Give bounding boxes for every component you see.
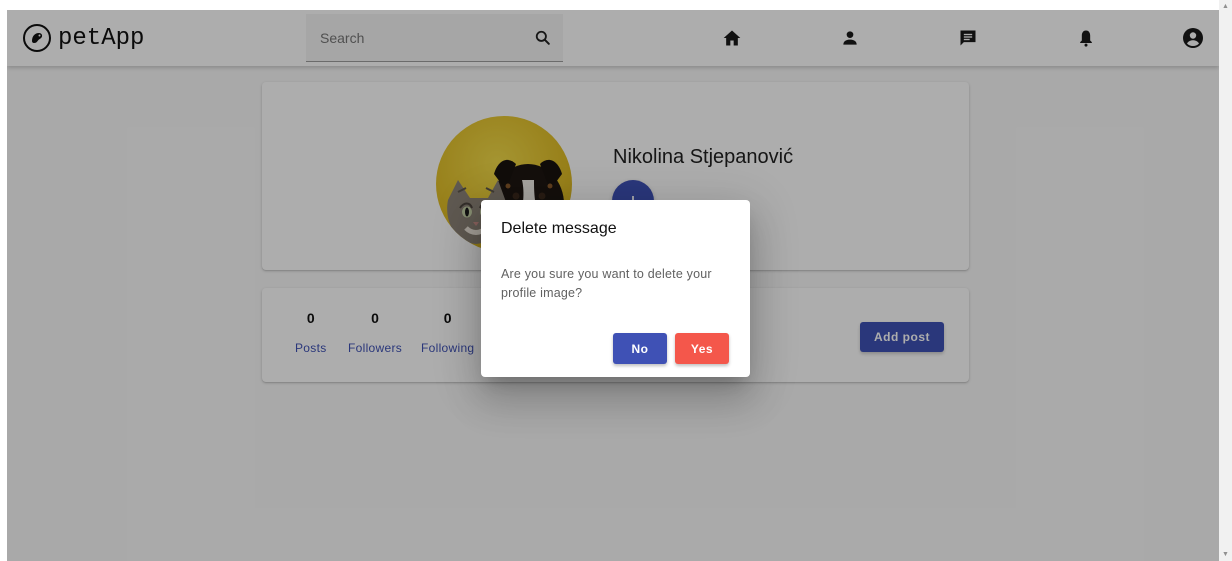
dialog-message: Are you sure you want to delete your pro… <box>501 267 712 300</box>
dialog-title: Delete message <box>501 220 617 237</box>
scroll-up-icon[interactable]: ▲ <box>1219 0 1232 13</box>
no-button[interactable]: No <box>613 333 667 364</box>
browser-left-strip <box>0 0 7 561</box>
browser-top-strip <box>0 0 1232 10</box>
page-scrollbar[interactable]: ▲ ▼ <box>1219 0 1232 561</box>
delete-dialog: Delete message Are you sure you want to … <box>481 200 750 377</box>
page-viewport: petApp Search Nikolina Stjepanović 0 Pos… <box>7 10 1219 561</box>
scroll-down-icon[interactable]: ▼ <box>1219 548 1232 561</box>
yes-button[interactable]: Yes <box>675 333 729 364</box>
